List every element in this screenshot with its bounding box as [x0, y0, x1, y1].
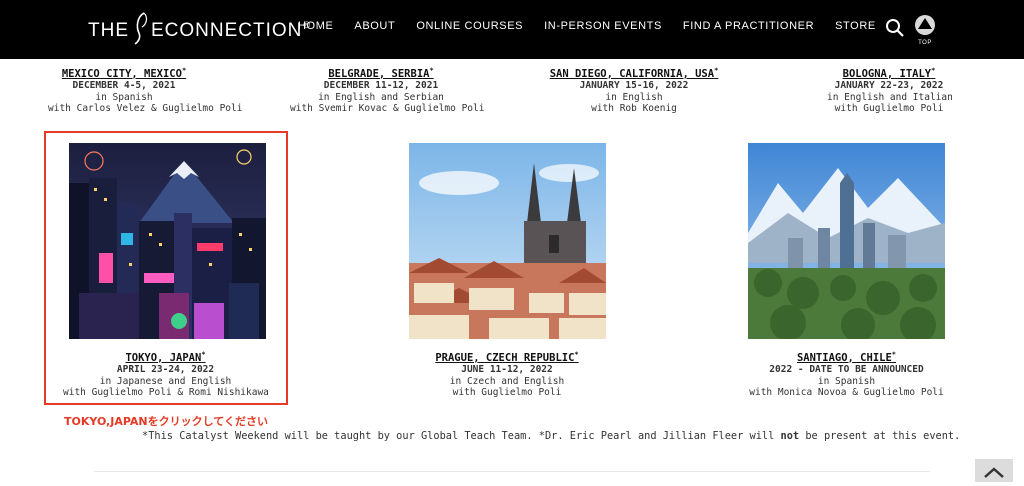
event-city-link[interactable]: SAN DIEGO, CALIFORNIA, USA* — [550, 66, 719, 80]
event-date: DECEMBER 11-12, 2021 — [323, 80, 439, 91]
event-san-diego: SAN DIEGO, CALIFORNIA, USA* JANUARY 15-1… — [546, 65, 722, 115]
event-city-link[interactable]: MEXICO CITY, MEXICO* — [62, 66, 186, 80]
event-date: DECEMBER 4-5, 2021 — [72, 80, 176, 91]
chevron-up-icon — [984, 467, 1004, 478]
logo-r-mark-icon — [134, 12, 148, 45]
event-teachers: with Guglielmo Poli — [834, 103, 944, 114]
event-teachers: with Svemir Kovac & Guglielmo Poli — [290, 103, 485, 114]
nav-home[interactable]: HOME — [298, 20, 333, 32]
event-city-link[interactable]: BOLOGNA, ITALY* — [843, 66, 936, 80]
event-language: in English and Serbian — [318, 91, 444, 103]
event-city-link[interactable]: PRAGUE, CZECH REPUBLIC* — [435, 350, 578, 364]
event-prague: PRAGUE, CZECH REPUBLIC* JUNE 11-12, 2022… — [423, 349, 591, 399]
top-navigation-bar: THE ECONNECTION ® HOME ABOUT ONLINE COUR… — [0, 0, 1024, 59]
event-mexico-city: MEXICO CITY, MEXICO* DECEMBER 4-5, 2021 … — [48, 65, 243, 115]
logo-text-econnection: ECONNECTION — [151, 20, 303, 41]
event-language: in English and Italian — [827, 91, 953, 103]
event-teachers: with Monica Novoa & Guglielmo Poli — [749, 387, 944, 398]
prague-event-image[interactable] — [409, 143, 606, 339]
event-city-link[interactable]: BELGRADE, SERBIA* — [328, 66, 433, 80]
event-language: in Czech and English — [449, 375, 565, 387]
logo-text-the: THE — [88, 20, 129, 41]
footnote: *This Catalyst Weekend will be taught by… — [142, 430, 960, 442]
nav-store[interactable]: STORE — [835, 20, 876, 32]
event-date: JANUARY 15-16, 2022 — [579, 80, 689, 91]
click-instruction-note: TOKYO,JAPANをクリックしてください — [64, 415, 268, 428]
event-city-link[interactable]: SANTIAGO, CHILE* — [797, 350, 896, 364]
event-language: in English — [605, 91, 663, 103]
section-divider — [94, 471, 930, 472]
event-teachers: with Carlos Velez & Guglielmo Poli — [48, 103, 243, 114]
footnote-bold: not — [780, 430, 800, 442]
nav-online-courses[interactable]: ONLINE COURSES — [416, 20, 523, 32]
event-belgrade: BELGRADE, SERBIA* DECEMBER 11-12, 2021 i… — [290, 65, 485, 115]
back-to-top-badge[interactable]: TOP — [913, 14, 937, 46]
search-icon[interactable] — [885, 18, 905, 38]
site-logo[interactable]: THE ECONNECTION ® — [88, 12, 311, 48]
main-menu: HOME ABOUT ONLINE COURSES IN-PERSON EVEN… — [298, 20, 897, 32]
footnote-text: *This Catalyst Weekend will be taught by… — [142, 430, 781, 442]
nav-about[interactable]: ABOUT — [354, 20, 395, 32]
event-teachers: with Guglielmo Poli — [452, 387, 562, 398]
santiago-event-image[interactable] — [748, 143, 945, 339]
scroll-to-top-button[interactable] — [975, 459, 1013, 482]
triangle-logo-icon — [915, 15, 935, 35]
event-teachers: with Rob Koenig — [591, 103, 677, 114]
nav-in-person-events[interactable]: IN-PERSON EVENTS — [544, 20, 662, 32]
top-label: TOP — [918, 40, 932, 46]
event-language: in Spanish — [817, 375, 876, 387]
footnote-text-end: be present at this event. — [799, 430, 961, 442]
event-date: JUNE 11-12, 2022 — [461, 364, 553, 375]
tokyo-highlight-box — [44, 131, 288, 405]
event-santiago: SANTIAGO, CHILE* 2022 - DATE TO BE ANNOU… — [748, 349, 945, 399]
nav-find-a-practitioner[interactable]: FIND A PRACTITIONER — [683, 20, 814, 32]
event-bologna: BOLOGNA, ITALY* JANUARY 22-23, 2022 in E… — [827, 65, 953, 115]
event-date: 2022 - DATE TO BE ANNOUNCED — [769, 364, 924, 375]
event-date: JANUARY 22-23, 2022 — [834, 80, 944, 91]
event-language: in Spanish — [95, 91, 153, 103]
